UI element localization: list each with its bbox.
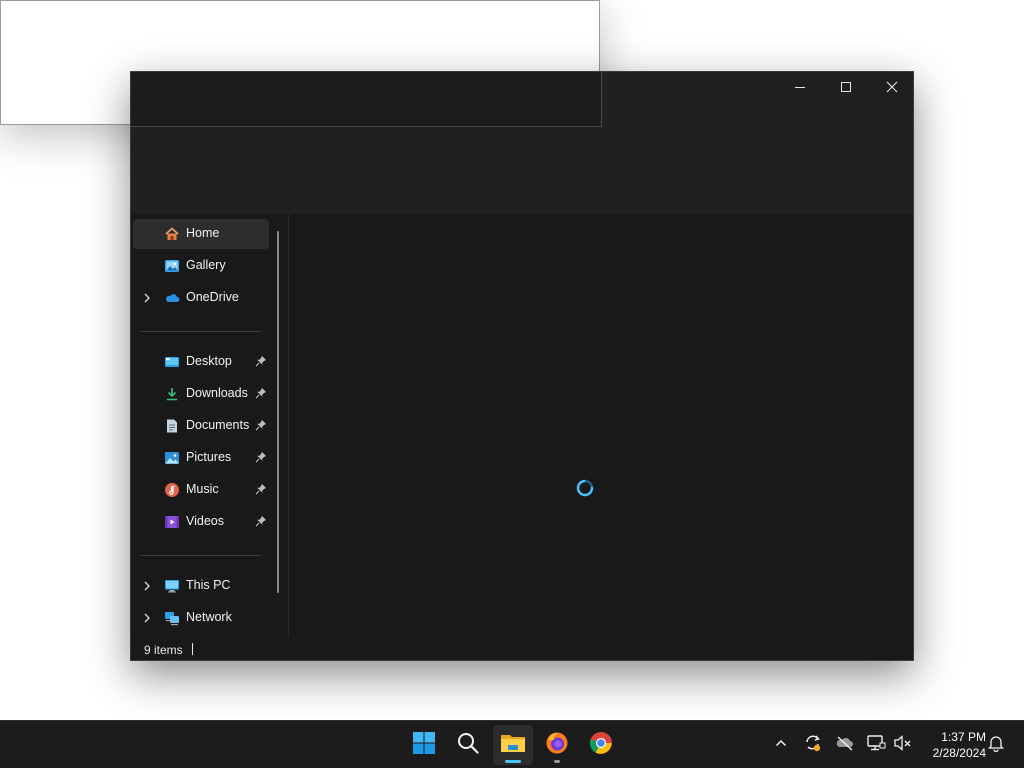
sidebar-item-label: Desktop <box>186 354 232 368</box>
sidebar-divider <box>141 555 261 556</box>
home-icon <box>164 226 180 242</box>
videos-icon <box>164 514 180 530</box>
sidebar-item-documents[interactable]: Documents <box>133 411 269 441</box>
sidebar-item-label: Documents <box>186 418 250 432</box>
windows-start-icon <box>412 731 436 760</box>
pictures-icon <box>164 450 180 466</box>
start-button[interactable] <box>404 725 444 765</box>
search-icon <box>456 731 480 760</box>
taskbar-chrome[interactable] <box>581 725 621 765</box>
documents-icon <box>164 418 180 434</box>
taskbar: 1:37 PM 2/28/2024 <box>0 720 1024 768</box>
active-indicator <box>505 760 521 763</box>
sidebar-item-label: Videos <box>186 514 224 528</box>
taskbar-firefox[interactable] <box>537 725 577 765</box>
minimize-button[interactable] <box>777 72 823 102</box>
chevron-right-icon[interactable] <box>141 291 153 305</box>
downloads-icon <box>164 386 180 402</box>
desktop-folder-icon <box>164 354 180 370</box>
item-count: 9 items <box>144 643 183 657</box>
overlapping-window-region <box>131 72 602 127</box>
bell-icon <box>987 734 1005 757</box>
minimize-icon <box>794 81 806 93</box>
close-icon <box>886 81 898 93</box>
pin-icon[interactable] <box>255 451 267 463</box>
onedrive-offline-icon <box>835 733 855 758</box>
taskbar-clock[interactable]: 1:37 PM 2/28/2024 <box>920 729 986 761</box>
pin-icon[interactable] <box>255 387 267 399</box>
firefox-icon <box>545 731 569 760</box>
sidebar-item-gallery[interactable]: Gallery <box>133 251 269 281</box>
search-button[interactable] <box>448 725 488 765</box>
sidebar-item-network[interactable]: Network <box>133 603 269 633</box>
sidebar-divider <box>141 331 261 332</box>
chevron-right-icon[interactable] <box>141 611 153 625</box>
tray-onedrive-button[interactable] <box>835 735 855 755</box>
taskbar-file-explorer[interactable] <box>493 725 533 765</box>
this-pc-icon <box>164 578 180 594</box>
maximize-button[interactable] <box>823 72 869 102</box>
navigation-scrollbar[interactable] <box>277 231 279 593</box>
file-explorer-window: Home Gallery OneDrive Desktop Downloads … <box>130 71 914 661</box>
sidebar-item-label: Pictures <box>186 450 232 464</box>
sidebar-item-label: This PC <box>186 578 231 592</box>
chevron-up-icon <box>774 736 788 755</box>
status-separator <box>192 643 193 655</box>
sidebar-item-label: Downloads <box>186 386 248 400</box>
gallery-icon <box>164 258 180 274</box>
clock-time: 1:37 PM <box>941 730 986 744</box>
network-icon <box>164 610 180 626</box>
tray-sync-button[interactable] <box>803 735 823 755</box>
chrome-icon <box>589 731 613 760</box>
running-indicator <box>554 760 560 763</box>
navigation-pane: Home Gallery OneDrive Desktop Downloads … <box>131 214 287 638</box>
sidebar-item-home[interactable]: Home <box>133 219 269 249</box>
maximize-icon <box>840 81 852 93</box>
sidebar-item-label: Gallery <box>186 258 226 272</box>
sidebar-item-label: Music <box>186 482 219 496</box>
pin-icon[interactable] <box>255 483 267 495</box>
volume-muted-icon <box>893 733 913 758</box>
network-icon <box>866 733 886 758</box>
file-explorer-icon <box>500 732 526 759</box>
onedrive-cloud-icon <box>164 290 180 306</box>
sidebar-item-downloads[interactable]: Downloads <box>133 379 269 409</box>
tray-volume-button[interactable] <box>893 733 913 758</box>
clock-date: 2/28/2024 <box>932 746 986 760</box>
sidebar-item-pictures[interactable]: Pictures <box>133 443 269 473</box>
show-hidden-icons-button[interactable] <box>771 735 791 755</box>
status-bar: 9 items <box>131 638 913 660</box>
close-button[interactable] <box>869 72 915 102</box>
sidebar-item-desktop[interactable]: Desktop <box>133 347 269 377</box>
sidebar-item-music[interactable]: Music <box>133 475 269 505</box>
sidebar-item-label: OneDrive <box>186 290 239 304</box>
pin-icon[interactable] <box>255 515 267 527</box>
content-pane[interactable] <box>289 214 913 638</box>
notifications-button[interactable] <box>986 735 1006 755</box>
sidebar-item-videos[interactable]: Videos <box>133 507 269 537</box>
tray-network-button[interactable] <box>866 733 886 758</box>
sidebar-item-this-pc[interactable]: This PC <box>133 571 269 601</box>
sidebar-item-label: Network <box>186 610 232 624</box>
sidebar-item-onedrive[interactable]: OneDrive <box>133 283 269 313</box>
pin-icon[interactable] <box>255 419 267 431</box>
pin-icon[interactable] <box>255 355 267 367</box>
music-icon <box>164 482 180 498</box>
chevron-right-icon[interactable] <box>141 579 153 593</box>
sidebar-item-label: Home <box>186 226 220 240</box>
sync-icon <box>803 733 823 758</box>
loading-spinner-icon <box>576 479 594 497</box>
